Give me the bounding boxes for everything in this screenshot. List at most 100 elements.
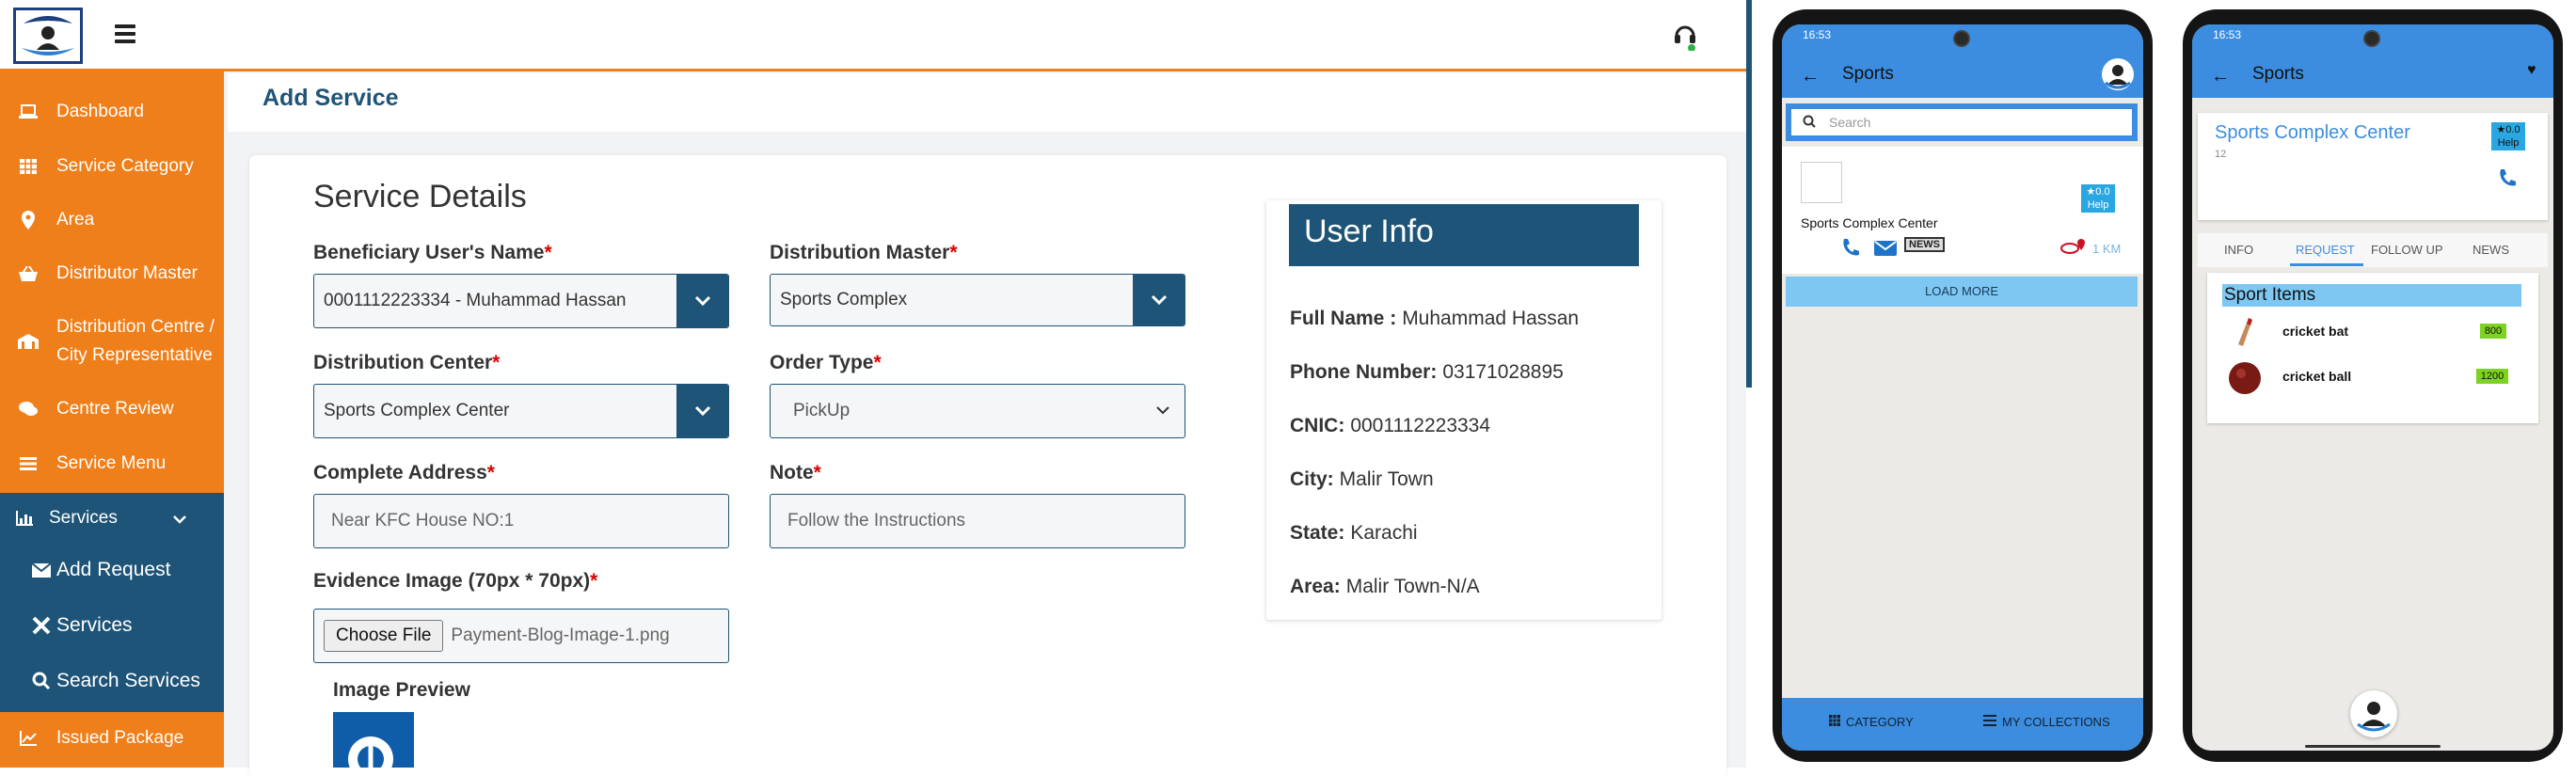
note-input[interactable] <box>770 494 1185 548</box>
address-label: Complete Address* <box>313 462 495 483</box>
sidebar-item-label: Area <box>56 210 95 230</box>
home-fab[interactable] <box>2350 690 2397 737</box>
sidebar-item-area[interactable]: Area <box>0 206 224 234</box>
sport-items-title: Sport Items <box>2222 284 2521 307</box>
sidebar-subitem-search-services[interactable]: Search Services <box>32 670 200 692</box>
user-info-area: Area: Malir Town-N/A <box>1290 576 1480 597</box>
camera-notch <box>1953 30 1970 47</box>
user-info-state: State: Karachi <box>1290 522 1418 544</box>
note-label: Note* <box>770 462 821 483</box>
sidebar-item-label: Issued Package <box>56 728 184 748</box>
cricket-ball-icon <box>2228 361 2262 400</box>
avatar[interactable] <box>2102 58 2134 90</box>
app-title: Sports <box>2252 64 2304 84</box>
tab-info[interactable]: INFO <box>2224 243 2253 257</box>
order-type-select[interactable]: PickUp <box>770 384 1185 438</box>
sidebar-item-service-menu[interactable]: Service Menu <box>0 450 224 478</box>
sidebar-subitem-services[interactable]: Services <box>32 614 133 637</box>
load-more-button[interactable]: LOAD MORE <box>1786 277 2138 307</box>
choose-file-button[interactable]: Choose File <box>324 620 444 652</box>
sidebar-item-label: Service Category <box>56 156 194 176</box>
grid-icon <box>0 159 56 174</box>
tab-request[interactable]: REQUEST <box>2296 243 2355 257</box>
phone-screen: 16:53 ← Sports ♥ Sports Complex Center 1… <box>2192 24 2553 751</box>
chevron-down-icon <box>1156 401 1185 421</box>
sidebar-item-dashboard[interactable]: Dashboard <box>0 98 224 126</box>
distance-text: 1 KM <box>2092 242 2122 256</box>
distribution-center-select[interactable]: Sports Complex Center <box>313 384 729 438</box>
category-tab[interactable]: CATEGORY <box>1829 715 1914 729</box>
line-chart-icon <box>0 731 56 746</box>
app-logo[interactable] <box>13 8 83 64</box>
listing-card[interactable]: ★0.0 Help Sports Complex Center NEWS 1 KM <box>1782 147 2143 274</box>
scrollbar[interactable] <box>1746 0 1752 388</box>
distribution-master-value: Sports Complex <box>780 290 908 309</box>
envelope-icon <box>32 562 56 578</box>
phone-icon[interactable] <box>1840 237 1861 262</box>
tools-icon <box>32 616 56 635</box>
search-input[interactable]: Search <box>1791 109 2132 135</box>
sidebar-item-label: Centre Review <box>56 399 174 419</box>
selected-filename: Payment-Blog-Image-1.png <box>451 626 670 645</box>
phone-icon[interactable] <box>2497 167 2518 193</box>
sidebar-item-services[interactable]: Services <box>0 504 224 532</box>
heart-icon[interactable]: ♥ <box>2527 62 2536 79</box>
sidebar-item-label: Dashboard <box>56 102 144 121</box>
list-icon <box>1983 715 1996 729</box>
beneficiary-label: Beneficiary User's Name* <box>313 242 552 263</box>
tab-news[interactable]: NEWS <box>2473 243 2509 257</box>
chevron-down-icon[interactable] <box>676 275 728 327</box>
chevron-down-icon <box>173 510 186 531</box>
phone-frame-request: 16:53 ← Sports ♥ Sports Complex Center 1… <box>2183 9 2563 762</box>
sidebar-item-distribution-centre[interactable]: Distribution Centre / City Representativ… <box>0 310 224 372</box>
search-icon <box>1803 115 1816 131</box>
beneficiary-value: 0001112223334 - Muhammad Hassan <box>324 291 627 310</box>
page-header <box>228 73 1746 132</box>
distribution-master-select[interactable]: Sports Complex <box>770 274 1185 326</box>
back-arrow-icon[interactable]: ← <box>1801 66 1820 87</box>
user-info-phone: Phone Number: 03171028895 <box>1290 361 1564 383</box>
list-item[interactable]: cricket ball 1200 <box>2207 361 2538 401</box>
menu-icon <box>0 457 56 470</box>
sidebar-subitem-label: Add Request <box>56 559 171 580</box>
chevron-down-icon[interactable] <box>1133 275 1185 325</box>
item-name: cricket bat <box>2282 324 2349 339</box>
basket-icon <box>0 266 56 281</box>
camera-notch <box>2363 30 2380 47</box>
item-name: cricket ball <box>2282 369 2352 384</box>
chat-icon <box>0 402 56 417</box>
hamburger-menu-icon[interactable] <box>115 24 135 43</box>
list-item[interactable]: cricket bat 800 <box>2207 316 2538 356</box>
sidebar-item-label: Services <box>49 508 118 528</box>
phone-screen: 16:53 ← Sports Search ★0.0 Help Sports Co… <box>1782 24 2143 751</box>
chevron-down-icon[interactable] <box>676 385 728 437</box>
headset-icon[interactable] <box>1673 23 1697 52</box>
mail-icon[interactable] <box>1874 241 1897 261</box>
back-arrow-icon[interactable]: ← <box>2211 66 2230 87</box>
price-badge: 800 <box>2480 324 2506 339</box>
sidebar-item-issued-package[interactable]: Issued Package <box>0 724 224 752</box>
rating-badge: ★0.0 Help <box>2491 122 2525 150</box>
address-input[interactable] <box>313 494 729 548</box>
user-info-full-name: Full Name : Muhammad Hassan <box>1290 308 1580 329</box>
active-tab-indicator <box>2290 263 2363 266</box>
beneficiary-select[interactable]: 0001112223334 - Muhammad Hassan <box>313 274 729 328</box>
phone-frame-listing: 16:53 ← Sports Search ★0.0 Help Sports Co… <box>1773 9 2153 762</box>
sidebar-item-centre-review[interactable]: Centre Review <box>0 395 224 423</box>
sidebar-subitem-add-request[interactable]: Add Request <box>32 559 170 581</box>
news-icon[interactable]: NEWS <box>1904 237 1945 252</box>
evidence-file-input[interactable]: Choose File Payment-Blog-Image-1.png <box>313 609 729 663</box>
page-title: Add Service <box>262 85 399 111</box>
tab-follow-up[interactable]: FOLLOW UP <box>2371 243 2443 257</box>
sidebar-subitem-label: Services <box>56 614 133 636</box>
image-preview-label: Image Preview <box>333 679 470 701</box>
search-placeholder: Search <box>1829 115 1871 130</box>
map-pin-icon <box>0 211 56 230</box>
home-indicator <box>2305 745 2441 748</box>
user-info-title: User Info <box>1289 204 1639 266</box>
evidence-label: Evidence Image (70px * 70px)* <box>313 570 598 592</box>
my-collections-tab[interactable]: MY COLLECTIONS <box>1983 715 2110 729</box>
sidebar-item-service-category[interactable]: Service Category <box>0 152 224 181</box>
sidebar-item-distributor-master[interactable]: Distributor Master <box>0 260 224 288</box>
bar-chart-icon <box>0 511 49 526</box>
